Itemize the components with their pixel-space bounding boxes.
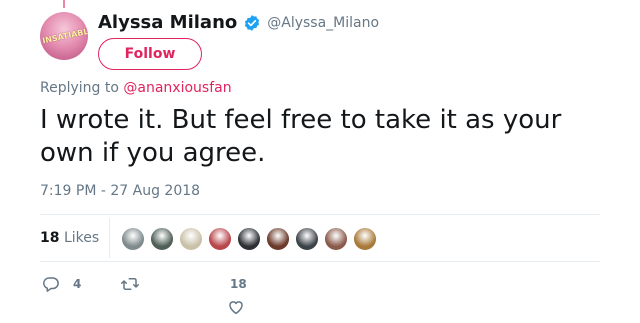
replying-to-line: Replying to @ananxiousfan bbox=[40, 80, 232, 96]
liker-avatar[interactable] bbox=[150, 227, 174, 251]
like-count: 18 bbox=[230, 277, 247, 291]
liker-avatar[interactable] bbox=[324, 227, 348, 251]
verified-badge-icon bbox=[245, 14, 260, 31]
reply-icon bbox=[43, 277, 59, 292]
avatar-logo-text: INSATIABLE bbox=[41, 25, 88, 46]
likers-avatar-list bbox=[121, 227, 382, 251]
reply-count: 4 bbox=[73, 277, 82, 291]
author-header: Alyssa Milano @Alyssa_Milano bbox=[98, 12, 379, 33]
like-count-label: 18 bbox=[230, 277, 247, 291]
liker-avatar[interactable] bbox=[179, 227, 203, 251]
liker-avatar[interactable] bbox=[266, 227, 290, 251]
like-action[interactable] bbox=[227, 298, 245, 316]
liker-avatar[interactable] bbox=[237, 227, 261, 251]
tweet-text: I wrote it. But feel free to take it as … bbox=[40, 105, 562, 168]
reply-mention-link[interactable]: @ananxiousfan bbox=[123, 80, 231, 96]
likes-label: Likes bbox=[63, 230, 100, 246]
liker-avatar[interactable] bbox=[208, 227, 232, 251]
divider-top bbox=[40, 214, 600, 215]
tweet-timestamp[interactable]: 7:19 PM - 27 Aug 2018 bbox=[40, 183, 200, 199]
liker-avatar[interactable] bbox=[121, 227, 145, 251]
author-handle[interactable]: @Alyssa_Milano bbox=[267, 15, 379, 31]
likes-count: 18 bbox=[40, 230, 60, 246]
stats-separator bbox=[109, 218, 110, 258]
reply-action[interactable]: 4 bbox=[42, 275, 81, 293]
liker-avatar[interactable] bbox=[295, 227, 319, 251]
divider-bottom bbox=[40, 261, 600, 262]
thread-connector-line bbox=[63, 0, 65, 8]
likes-stat[interactable]: 18 Likes bbox=[40, 230, 99, 246]
author-name[interactable]: Alyssa Milano bbox=[98, 12, 237, 33]
retweet-action[interactable] bbox=[120, 275, 140, 293]
like-icon bbox=[229, 301, 243, 315]
liker-avatar[interactable] bbox=[353, 227, 377, 251]
author-avatar[interactable]: INSATIABLE bbox=[40, 12, 88, 60]
retweet-icon bbox=[121, 278, 139, 290]
replying-to-label: Replying to bbox=[40, 80, 119, 96]
follow-button[interactable]: Follow bbox=[98, 38, 202, 70]
